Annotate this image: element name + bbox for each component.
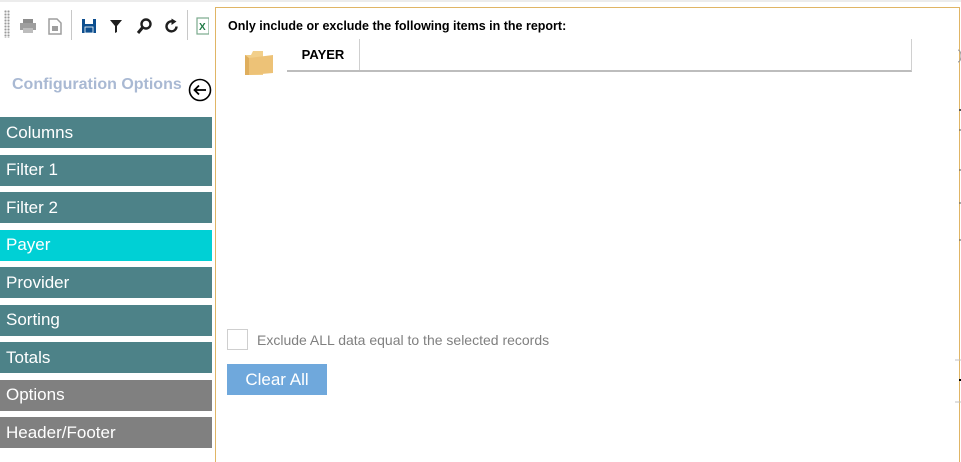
exclude-checkbox[interactable] — [227, 329, 248, 350]
filter-icon[interactable] — [106, 16, 126, 36]
toolbar-separator — [71, 10, 72, 40]
menu-item-filter-2[interactable]: Filter 2 — [0, 192, 212, 223]
menu-item-filter-1[interactable]: Filter 1 — [0, 154, 212, 186]
toolbar-grip[interactable] — [4, 10, 10, 38]
search-icon[interactable] — [134, 16, 154, 36]
payer-filter-panel: Only include or exclude the following it… — [215, 7, 960, 462]
arrow-left-circle-icon[interactable] — [188, 78, 212, 102]
background-window-edge — [955, 49, 961, 403]
menu-item-columns[interactable]: Columns — [0, 117, 212, 148]
menu-item-label: Options — [6, 385, 65, 404]
menu-item-label: Payer — [6, 235, 51, 254]
excel-icon[interactable]: X — [195, 16, 209, 36]
save-icon[interactable] — [79, 16, 99, 36]
configuration-options-title: Configuration Options — [12, 76, 182, 93]
grid-column-header-payer[interactable]: PAYER — [287, 39, 360, 70]
refresh-icon[interactable] — [161, 16, 181, 36]
clear-all-button[interactable]: Clear All — [227, 364, 327, 395]
menu-item-provider[interactable]: Provider — [0, 267, 212, 298]
menu-item-label: Provider — [6, 272, 70, 292]
background-window-top-edge — [0, 0, 961, 2]
menu-item-label: Filter 2 — [6, 197, 58, 217]
config-menu: Columns Filter 1 Filter 2 Payer Provider… — [0, 117, 212, 455]
folder-icon[interactable] — [243, 45, 277, 77]
svg-text:X: X — [199, 22, 206, 33]
exclude-label: Exclude ALL data equal to the selected r… — [257, 331, 550, 348]
menu-item-label: Totals — [6, 347, 51, 367]
toolbar-separator — [187, 10, 188, 40]
document-icon[interactable] — [45, 16, 65, 36]
menu-item-label: Header/Footer — [6, 422, 116, 442]
menu-item-sorting[interactable]: Sorting — [0, 304, 212, 336]
menu-item-label: Columns — [6, 122, 74, 142]
menu-item-options[interactable]: Options — [0, 379, 212, 411]
menu-item-label: Filter 1 — [6, 160, 58, 179]
menu-item-label: Sorting — [6, 310, 60, 329]
print-icon[interactable] — [18, 16, 38, 36]
exclude-option: Exclude ALL data equal to the selected r… — [227, 329, 549, 350]
menu-item-totals[interactable]: Totals — [0, 342, 212, 373]
menu-item-header-footer[interactable]: Header/Footer — [0, 417, 212, 448]
menu-item-payer[interactable]: Payer — [0, 229, 212, 261]
payer-grid[interactable]: PAYER — [287, 39, 912, 72]
panel-title: Only include or exclude the following it… — [228, 19, 567, 33]
